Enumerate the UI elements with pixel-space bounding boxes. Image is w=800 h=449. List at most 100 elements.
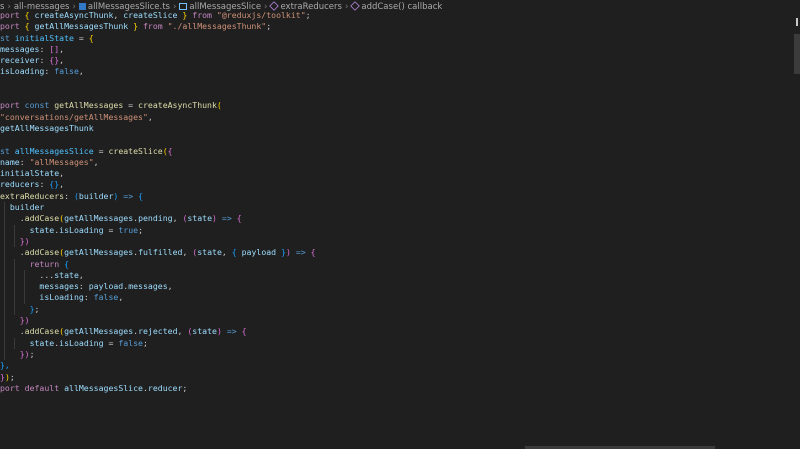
code-token: {	[138, 190, 143, 201]
overview-ruler-marker	[796, 18, 798, 26]
code-token: }	[276, 247, 286, 258]
indent-guide	[4, 202, 5, 214]
code-token: ,	[221, 247, 232, 258]
code-token: isLoading	[59, 224, 104, 235]
code-token: addCase	[24, 213, 60, 224]
code-line[interactable]	[0, 134, 800, 145]
code-line[interactable]: isLoading: false,	[0, 292, 800, 304]
code-line[interactable]: port { createAsyncThunk, createSlice } f…	[0, 10, 800, 21]
code-token: (	[216, 100, 222, 111]
code-line[interactable]: getAllMessagesThunk	[0, 123, 800, 134]
code-token: :	[39, 179, 50, 190]
code-token: {	[231, 247, 242, 258]
code-token: ,	[59, 55, 65, 66]
code-token: ,	[59, 168, 65, 179]
code-line[interactable]: st initialState = {	[0, 33, 800, 44]
code-line[interactable]: st allMessagesSlice = createSlice({	[0, 146, 800, 157]
code-token: {	[241, 326, 247, 337]
code-line[interactable]: "conversations/getAllMessages",	[0, 112, 800, 123]
code-line[interactable]: return {	[0, 258, 800, 270]
code-token: =>	[221, 326, 242, 337]
code-token: createAsyncThunk	[34, 10, 114, 20]
code-token: =>	[216, 213, 237, 224]
code-token: getAllMessages	[64, 247, 134, 258]
indent-guide	[24, 292, 25, 304]
code-token: state	[0, 224, 55, 235]
code-line[interactable]: })	[0, 235, 800, 248]
code-token: ,	[78, 269, 84, 280]
code-token: state	[197, 247, 222, 258]
code-line[interactable]: initialState,	[0, 168, 800, 179]
code-line[interactable]: .addCase(getAllMessages.rejected, (state…	[0, 326, 800, 338]
code-token: from	[187, 10, 217, 20]
code-token: getAllMessages	[54, 100, 124, 111]
code-token: =	[123, 100, 139, 111]
code-line[interactable]: state.isLoading = true;	[0, 224, 800, 236]
code-token: state	[54, 269, 79, 280]
code-token: =	[103, 337, 119, 348]
code-line[interactable]: receiver: {},	[0, 55, 800, 66]
code-token: initialState	[14, 32, 74, 43]
indent-guide	[14, 292, 15, 304]
code-line[interactable]: },	[0, 360, 800, 371]
code-line[interactable]	[0, 78, 800, 89]
code-token: port	[0, 100, 25, 111]
code-token: name	[0, 156, 20, 167]
code-line[interactable]: state.isLoading = false;	[0, 337, 800, 349]
indent-guide	[4, 315, 5, 327]
code-token: ...	[0, 269, 55, 280]
code-line[interactable]: });	[0, 348, 800, 361]
code-token: ,	[59, 179, 65, 190]
code-token: }	[177, 10, 188, 20]
code-line[interactable]: reducers: {},	[0, 179, 800, 190]
code-token: createSlice	[123, 10, 178, 20]
code-token: false	[54, 66, 79, 77]
code-token: reducer	[147, 382, 183, 393]
code-token: port default	[0, 382, 65, 393]
code-token: st	[0, 32, 15, 43]
indent-guide	[4, 224, 5, 236]
code-token: "allMessages"	[29, 156, 94, 167]
code-token: state	[187, 213, 213, 224]
code-token: {	[310, 247, 316, 258]
code-token: port	[0, 21, 25, 32]
code-token: addCase	[24, 247, 60, 258]
code-token: allMessagesSlice	[64, 382, 143, 393]
code-token: getAllMessagesThunk	[34, 21, 129, 32]
code-line[interactable]: messages: payload.messages,	[0, 281, 800, 293]
code-token: ,	[93, 156, 99, 167]
code-line[interactable]: })	[0, 315, 800, 327]
code-line[interactable]: isLoading: false,	[0, 66, 800, 77]
scrollbar[interactable]	[794, 34, 800, 74]
code-line[interactable]: messages: [],	[0, 44, 800, 55]
code-token: getAllMessages	[64, 213, 134, 224]
indent-guide	[4, 247, 5, 259]
code-token: true	[118, 224, 139, 235]
code-line[interactable]	[0, 89, 800, 100]
code-token: addCase	[24, 326, 60, 337]
code-token: ;	[9, 371, 15, 382]
code-line[interactable]: port const getAllMessages = createAsyncT…	[0, 100, 800, 111]
code-line[interactable]: .addCase(getAllMessages.fulfilled, (stat…	[0, 247, 800, 259]
code-line[interactable]: name: "allMessages",	[0, 157, 800, 168]
code-token: st	[0, 145, 15, 156]
code-token: :	[44, 66, 55, 77]
code-token: builder	[78, 190, 114, 201]
code-token: payload	[88, 281, 124, 292]
code-line[interactable]: });	[0, 372, 800, 383]
code-line[interactable]: builder	[0, 202, 800, 214]
code-line[interactable]: port default allMessagesSlice.reducer;	[0, 383, 800, 394]
code-line[interactable]: };	[0, 303, 800, 316]
code-token: :	[19, 156, 30, 167]
code-token: ,	[177, 326, 188, 337]
code-editor[interactable]: port { createAsyncThunk, createSlice } f…	[0, 10, 800, 394]
indent-guide	[24, 269, 25, 282]
code-token: =	[93, 145, 109, 156]
code-line[interactable]: .addCase(getAllMessages.pending, (state)…	[0, 213, 800, 225]
code-token: ,	[118, 292, 124, 303]
code-line[interactable]: ...state,	[0, 269, 800, 282]
code-line[interactable]: extraReducers: (builder) => {	[0, 191, 800, 202]
code-token: ;	[305, 10, 311, 20]
code-line[interactable]: port { getAllMessagesThunk } from "./all…	[0, 21, 800, 32]
indent-guide	[14, 258, 15, 270]
